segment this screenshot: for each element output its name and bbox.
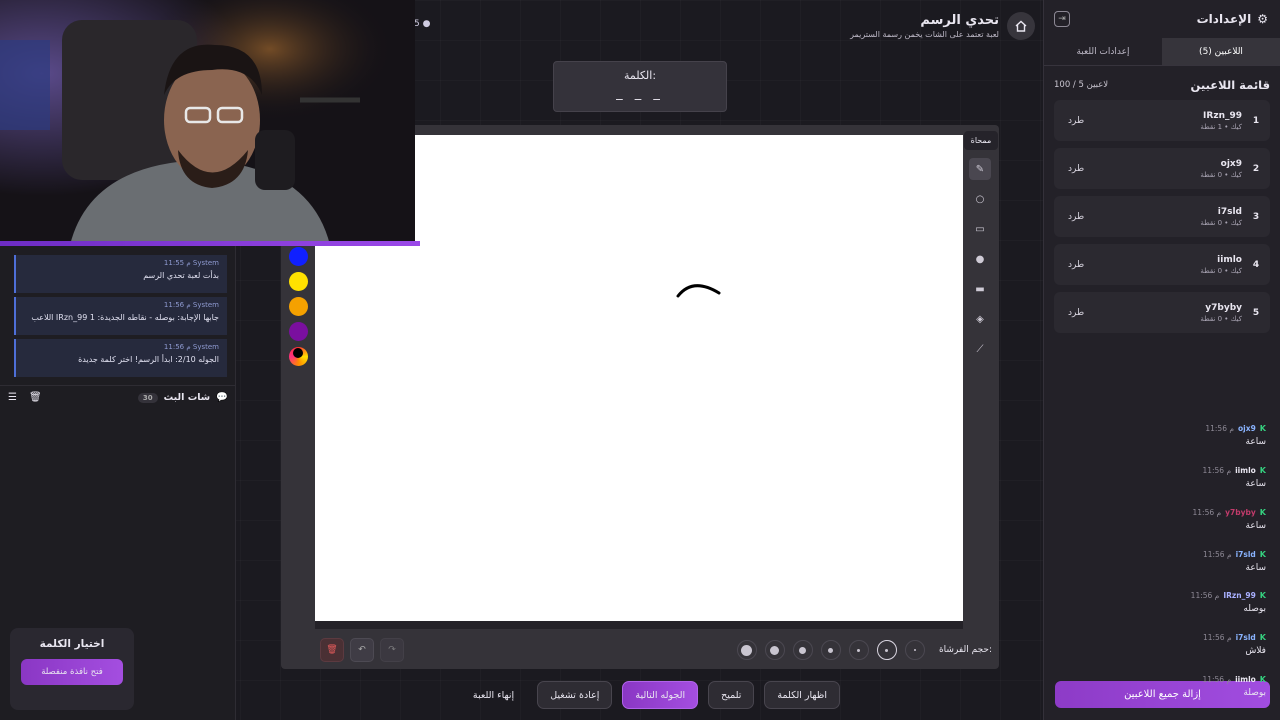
- line-icon: ⟋: [976, 343, 984, 355]
- rectangle-tool[interactable]: ▭: [969, 218, 991, 240]
- kick-icon: K: [1259, 675, 1266, 684]
- player-name: ojx9: [1220, 158, 1242, 169]
- collapse-icon: ⇥: [1058, 14, 1066, 24]
- word-label: الكلمة:: [623, 69, 657, 82]
- color-orange[interactable]: [289, 297, 308, 316]
- eraser-tooltip: ممحاة: [964, 131, 998, 150]
- fill-bucket-tool[interactable]: ◈: [969, 308, 991, 330]
- rectangle-outline-icon: ▭: [975, 223, 985, 235]
- player-meta: كيك • 0 نقطة: [1200, 170, 1242, 179]
- kick-button[interactable]: طرد: [1068, 308, 1084, 318]
- circle-outline-icon: ○: [975, 193, 985, 205]
- kick-icon: K: [1259, 508, 1266, 517]
- chat-title: شات البث: [163, 392, 211, 403]
- kick-button[interactable]: طرد: [1068, 116, 1084, 126]
- player-row: طرد ojx9 كيك • 0 نقطة 2: [1054, 148, 1270, 189]
- chat-message: 11:56 م iimlo K ساعة: [1202, 466, 1266, 489]
- chat-count-badge: 30: [137, 392, 158, 403]
- chat-icon: 💬: [216, 392, 228, 403]
- chat-message: 11:56 م IRzn_99 K بوصله: [1190, 591, 1266, 614]
- system-message: 11:55 م System بدأت لعبة تحدي الرسم: [14, 255, 227, 293]
- player-name: i7sld: [1217, 206, 1242, 217]
- player-row: طرد y7byby كيك • 0 نقطة 5: [1054, 292, 1270, 333]
- player-rank: 1: [1252, 115, 1260, 126]
- player-meta: كيك • 0 نقطة: [1200, 266, 1242, 275]
- open-separate-window-button[interactable]: فتح نافذة منفصلة: [21, 659, 123, 685]
- kick-icon: K: [1259, 424, 1266, 433]
- chat-header: ☰ 🗑 30 شات البث 💬: [0, 385, 236, 409]
- color-purple[interactable]: [289, 322, 308, 341]
- player-rank: 4: [1252, 259, 1260, 270]
- settings-title: الإعدادات: [1196, 12, 1252, 26]
- chat-message: 11:56 م iimlo K بوصلة: [1202, 675, 1266, 698]
- system-message: 11:56 م System اللاعب IRzn_99 جابها الإجا…: [14, 297, 227, 335]
- eraser-icon: ✎: [975, 163, 985, 175]
- pick-word-box: اختيار الكلمة فتح نافذة منفصلة: [10, 628, 134, 710]
- kick-icon: K: [1259, 550, 1266, 559]
- tab-players[interactable]: اللاعبين (5): [1162, 38, 1280, 65]
- kick-button[interactable]: طرد: [1068, 260, 1084, 270]
- filled-circle-icon: ●: [975, 253, 985, 265]
- fill-bucket-icon: ◈: [976, 313, 984, 325]
- system-message: 11:56 م System الجوله 2/10: ابدأ الرسم! ا…: [14, 339, 227, 377]
- chat-message: 11:56 م ojx9 K ساعة: [1205, 424, 1266, 447]
- kick-icon: K: [1259, 466, 1266, 475]
- app-title: تحدي الرسم: [920, 13, 999, 28]
- filled-rectangle-icon: ▬: [975, 283, 985, 295]
- kick-icon: K: [1259, 633, 1266, 642]
- chat-message: 11:56 م i7sld K ساعة: [1202, 550, 1266, 573]
- color-yellow[interactable]: [289, 272, 308, 291]
- gear-icon: ⚙: [1257, 12, 1268, 26]
- player-name: iimlo: [1217, 254, 1242, 265]
- trash-icon[interactable]: 🗑: [29, 392, 42, 403]
- color-palette: [289, 247, 311, 366]
- chat-message: 11:56 م i7sld K فلاش: [1202, 633, 1266, 656]
- home-button[interactable]: [1007, 12, 1035, 40]
- app-subtitle: لعبة تعتمد على الشات يخمن رسمة الستريمر: [850, 30, 999, 39]
- current-word-box: الكلمة: _ _ _: [553, 61, 727, 112]
- filled-rectangle-tool[interactable]: ▬: [969, 278, 991, 300]
- app-header: تحدي الرسم لعبة تعتمد على الشات يخمن رسم…: [820, 8, 1035, 44]
- canvas-bottom-bar: [315, 621, 963, 629]
- player-meta: كيك • 0 نقطة: [1200, 314, 1242, 323]
- selected-color-dot: [293, 348, 303, 358]
- player-rank: 5: [1252, 307, 1260, 318]
- collapse-panel-button[interactable]: ⇥: [1054, 11, 1070, 27]
- player-name: IRzn_99: [1203, 110, 1242, 121]
- players-list-title: قائمة اللاعبين: [1190, 78, 1270, 92]
- player-name: y7byby: [1205, 302, 1242, 313]
- circle-tool[interactable]: ○: [969, 188, 991, 210]
- kick-icon: K: [1259, 591, 1266, 600]
- tool-sidebar: ✎ ○ ▭ ● ▬ ◈ ⟋: [965, 158, 995, 360]
- player-row: طرد i7sld كيك • 0 نقطة 3: [1054, 196, 1270, 237]
- webcam-border: [0, 241, 420, 246]
- webcam-image: [0, 0, 415, 245]
- line-tool[interactable]: ⟋: [969, 338, 991, 360]
- kick-button[interactable]: طرد: [1068, 164, 1084, 174]
- color-picker[interactable]: [289, 347, 308, 366]
- player-row: طرد iimlo كيك • 0 نقطة 4: [1054, 244, 1270, 285]
- eraser-tool[interactable]: ✎: [969, 158, 991, 180]
- webcam-feed: [0, 0, 415, 245]
- players-count: 100 / 5 لاعبين: [1054, 80, 1109, 90]
- player-rank: 2: [1252, 163, 1260, 174]
- player-meta: كيك • 0 نقطة: [1200, 218, 1242, 227]
- filter-icon[interactable]: ☰: [8, 392, 17, 403]
- player-meta: كيك • 1 نقطة: [1200, 122, 1242, 131]
- filled-circle-tool[interactable]: ●: [969, 248, 991, 270]
- color-blue[interactable]: [289, 247, 308, 266]
- pick-word-title: اختيار الكلمة: [39, 638, 105, 650]
- home-icon: [1015, 20, 1027, 32]
- word-blanks: _ _ _: [616, 86, 664, 101]
- online-indicator: 5 ●: [414, 19, 431, 29]
- chat-message: 11:56 م y7byby K ساعة: [1192, 508, 1266, 531]
- tab-game-settings[interactable]: إعدادات اللعبة: [1044, 38, 1162, 65]
- kick-button[interactable]: طرد: [1068, 212, 1084, 222]
- player-rank: 3: [1252, 211, 1260, 222]
- player-row: طرد IRzn_99 كيك • 1 نقطة 1: [1054, 100, 1270, 141]
